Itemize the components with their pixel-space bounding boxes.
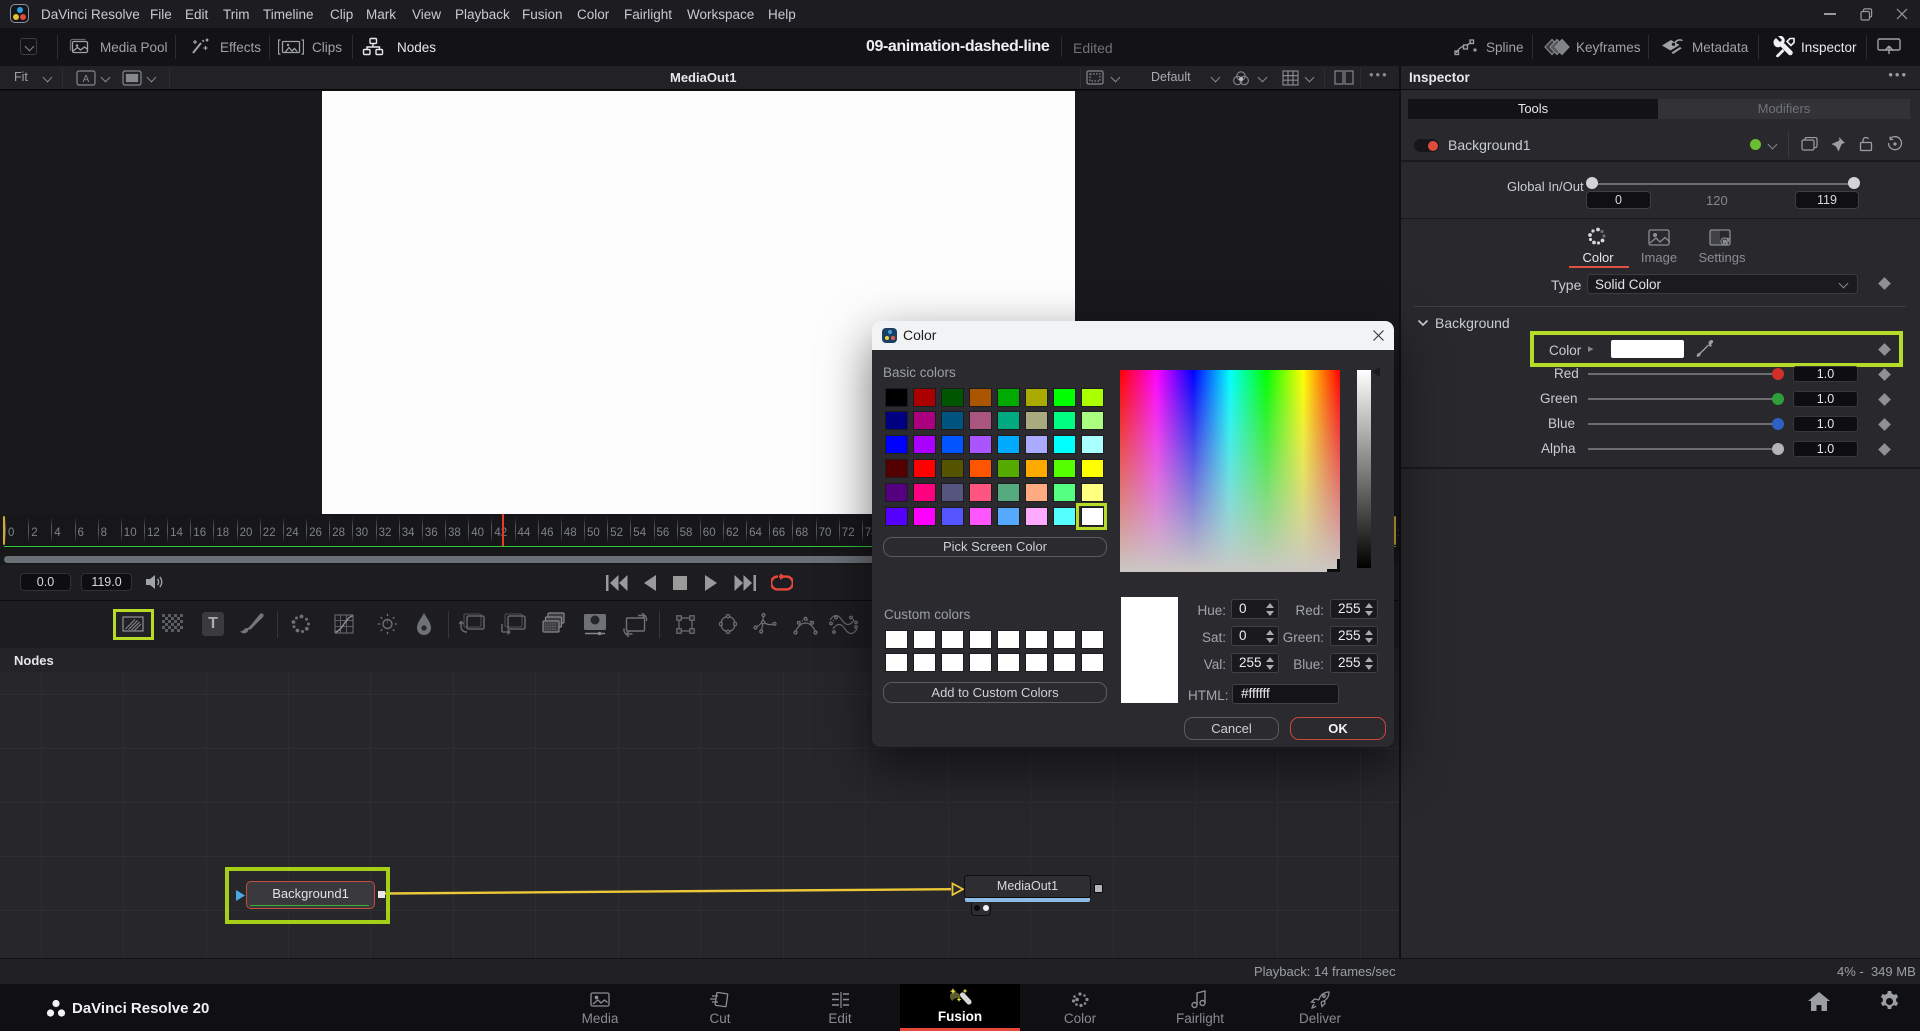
svg-text:A: A <box>83 74 90 85</box>
